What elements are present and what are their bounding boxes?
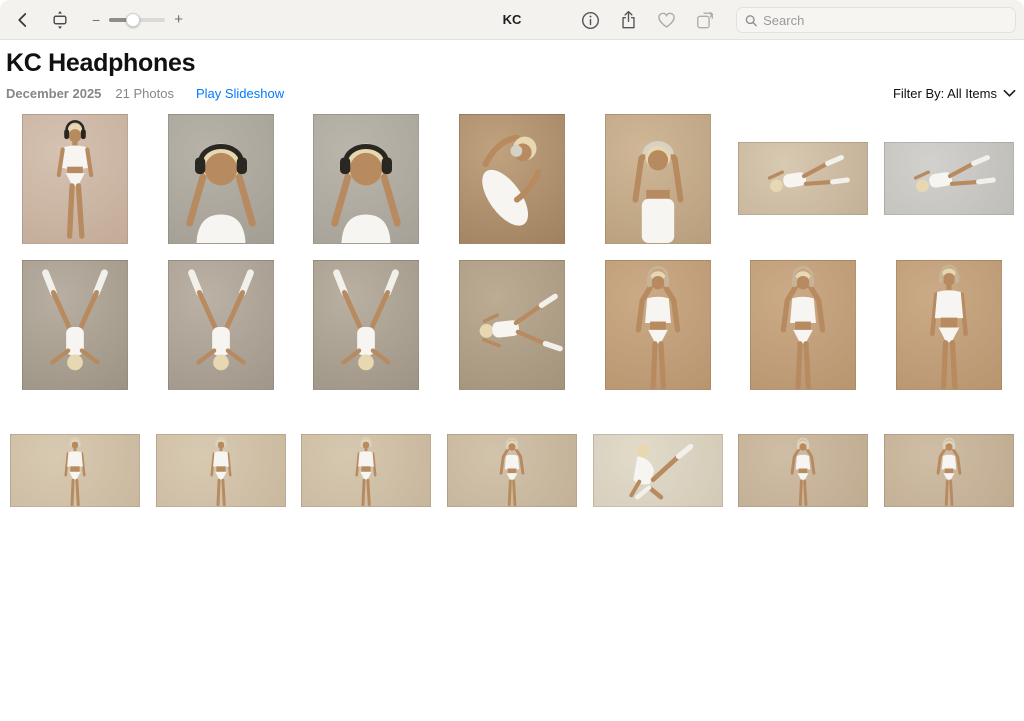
- photo-grid: [0, 114, 1024, 536]
- rotate-button[interactable]: [693, 8, 717, 32]
- share-button[interactable]: [617, 8, 640, 32]
- toolbar-right-group: [579, 0, 1016, 40]
- toolbar-left-group: − +: [0, 7, 183, 33]
- photo-thumbnail-standing-hands-on-headphones[interactable]: [884, 434, 1014, 507]
- photo-cell: [731, 406, 877, 536]
- photo-thumbnail-aerial-v-pose-white-socks[interactable]: [22, 260, 128, 390]
- photo-thumbnail-floor-lying-legs-raised[interactable]: [738, 142, 868, 215]
- search-input[interactable]: [763, 13, 1007, 28]
- album-meta-row: December 2025 21 Photos Play Slideshow F…: [6, 86, 1016, 101]
- photo-cell: [439, 114, 585, 244]
- thumbnail-zoom-slider: − +: [92, 12, 183, 27]
- photo-cell: [2, 114, 148, 244]
- photo-cell: [876, 406, 1022, 536]
- photo-thumbnail-lying-pillow-cream-headphones[interactable]: [605, 114, 711, 244]
- photo-thumbnail-lying-closeup-black-headphones[interactable]: [168, 114, 274, 244]
- album-header: KC Headphones December 2025 21 Photos Pl…: [0, 40, 1024, 101]
- photo-thumbnail-lying-closeup-black-headphones[interactable]: [313, 114, 419, 244]
- photo-thumbnail-standing-hands-on-headphones-tan[interactable]: [605, 260, 711, 390]
- info-button[interactable]: [579, 9, 602, 32]
- photo-cell: [293, 260, 439, 390]
- share-up-arrow-icon: [619, 10, 638, 30]
- toolbar: − + KC: [0, 0, 1024, 40]
- photo-cell: [439, 260, 585, 390]
- photo-cell: [731, 260, 877, 390]
- zoom-in-button[interactable]: +: [174, 12, 183, 27]
- photo-cell: [148, 114, 294, 244]
- favorite-button[interactable]: [655, 9, 678, 31]
- photo-cell: [876, 260, 1022, 390]
- photo-cell: [2, 406, 148, 536]
- search-field[interactable]: [736, 7, 1016, 33]
- photo-thumbnail-standing-hands-on-headphones[interactable]: [738, 434, 868, 507]
- photos-app-window: − + KC: [0, 0, 1024, 721]
- photo-thumbnail-standing-hands-on-hips[interactable]: [156, 434, 286, 507]
- photo-thumbnail-aerial-v-pose-white-socks[interactable]: [168, 260, 274, 390]
- filter-by-dropdown[interactable]: Filter By: All Items: [893, 86, 1016, 101]
- photo-thumbnail-aerial-v-pose-arm-out[interactable]: [313, 260, 419, 390]
- photo-thumbnail-standing-hand-to-headphone-tan[interactable]: [750, 260, 856, 390]
- heart-outline-icon: [657, 11, 676, 29]
- photo-cell: [148, 406, 294, 536]
- photo-cell: [439, 406, 585, 536]
- photo-thumbnail-standing-hand-to-headphone[interactable]: [447, 434, 577, 507]
- thumbnail-aspect-icon: [50, 9, 70, 31]
- photo-cell: [876, 114, 1022, 244]
- zoom-slider-thumb[interactable]: [126, 13, 140, 27]
- photo-thumbnail-lounging-couch-silver-headphones[interactable]: [459, 114, 565, 244]
- search-icon: [745, 14, 757, 27]
- chevron-down-icon: [1003, 89, 1016, 98]
- photo-cell: [2, 260, 148, 390]
- photo-cell: [585, 260, 731, 390]
- zoom-out-button[interactable]: −: [92, 13, 100, 27]
- photo-cell: [148, 260, 294, 390]
- info-circle-icon: [581, 11, 600, 30]
- photo-thumbnail-kneeling-leg-extended[interactable]: [593, 434, 723, 507]
- back-button[interactable]: [12, 9, 34, 31]
- photo-cell: [731, 114, 877, 244]
- photo-cell: [585, 114, 731, 244]
- rotate-square-icon: [695, 10, 715, 30]
- photo-thumbnail-standing-back-view[interactable]: [301, 434, 431, 507]
- album-title: KC Headphones: [6, 49, 1016, 78]
- album-date: December 2025: [6, 86, 101, 101]
- chevron-left-icon: [14, 11, 32, 29]
- photo-thumbnail-standing-hand-on-hip[interactable]: [10, 434, 140, 507]
- photo-cell: [585, 406, 731, 536]
- zoom-slider-track[interactable]: [109, 18, 165, 22]
- photo-cell: [293, 406, 439, 536]
- photo-thumbnail-aerial-lying-sideways[interactable]: [459, 260, 565, 390]
- album-photo-count: 21 Photos: [115, 86, 174, 101]
- filter-by-label: Filter By: All Items: [893, 86, 997, 101]
- thumbnail-aspect-toggle-button[interactable]: [48, 7, 72, 33]
- photo-cell: [293, 114, 439, 244]
- photo-thumbnail-standing-full-black-headphones[interactable]: [22, 114, 128, 244]
- photo-thumbnail-floor-lying-legs-spread[interactable]: [884, 142, 1014, 215]
- play-slideshow-link[interactable]: Play Slideshow: [196, 86, 284, 101]
- photo-thumbnail-standing-arms-down-tan[interactable]: [896, 260, 1002, 390]
